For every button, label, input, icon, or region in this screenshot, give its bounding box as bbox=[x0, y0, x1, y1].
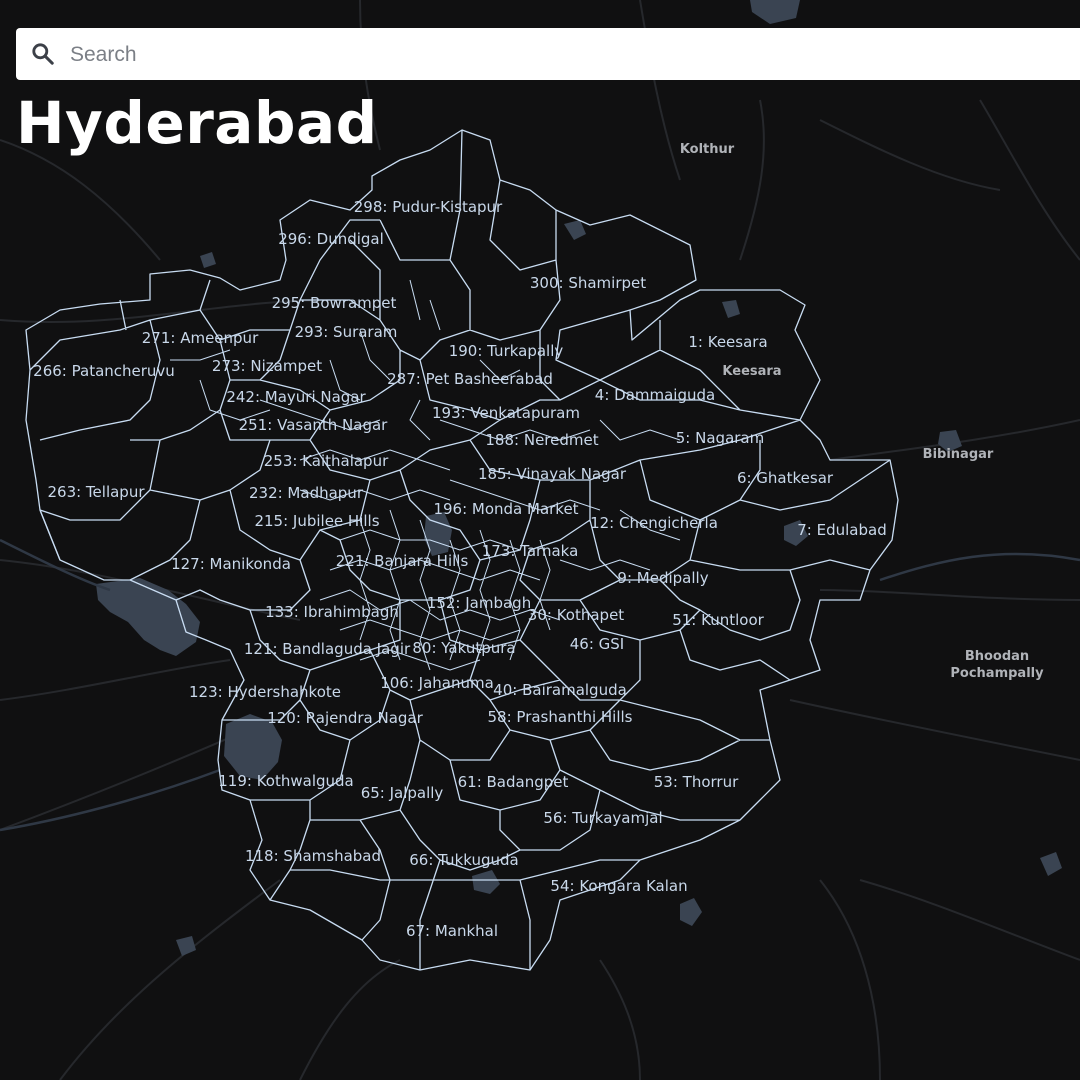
ward-label: 271: Ameenpur bbox=[142, 329, 259, 347]
ward-label: 298: Pudur-Kistapur bbox=[354, 198, 503, 216]
ward-label: 119: Kothwalguda bbox=[218, 772, 353, 790]
ward-label: 188: Neredmet bbox=[485, 431, 598, 449]
ward-label: 67: Mankhal bbox=[406, 922, 498, 940]
ward-label: 65: Jalpally bbox=[361, 784, 444, 802]
ward-label: 54: Kongara Kalan bbox=[550, 877, 687, 895]
place-label: Bibinagar bbox=[923, 447, 994, 462]
ward-label: 196: Monda Market bbox=[433, 500, 578, 518]
ward-labels: 298: Pudur-Kistapur 296: Dundigal 300: Sha… bbox=[33, 198, 887, 940]
ward-label: 51: Kuntloor bbox=[672, 611, 764, 629]
place-label: Keesara bbox=[722, 364, 781, 379]
ward-label: 5: Nagaram bbox=[676, 429, 764, 447]
search-input[interactable] bbox=[68, 36, 1052, 74]
ward-label: 251: Vasanth Nagar bbox=[239, 416, 389, 434]
ward-label: 53: Thorrur bbox=[654, 773, 739, 791]
ward-label: 66: Tukkuguda bbox=[409, 851, 518, 869]
map[interactable]: 298: Pudur-Kistapur 296: Dundigal 300: Sha… bbox=[0, 0, 1080, 1080]
ward-label: 133: Ibrahimbagh bbox=[265, 603, 399, 621]
place-label: Pochampally bbox=[950, 666, 1044, 681]
ward-label: 123: Hydershahkote bbox=[189, 683, 341, 701]
ward-label: 12: Chengicherla bbox=[590, 514, 718, 532]
ward-label: 56: Turkayamjal bbox=[543, 809, 662, 827]
ward-label: 296: Dundigal bbox=[278, 230, 384, 248]
ward-label: 7: Edulabad bbox=[797, 521, 886, 539]
ward-label: 40: Bairamalguda bbox=[493, 681, 627, 699]
ward-label: 185: Vinayak Nagar bbox=[478, 465, 627, 483]
map-canvas[interactable]: 298: Pudur-Kistapur 296: Dundigal 300: Sha… bbox=[0, 0, 1080, 1080]
ward-label: 152: Jambagh bbox=[427, 594, 531, 612]
ward-label: 120: Rajendra Nagar bbox=[267, 709, 423, 727]
ward-label: 173: Tarnaka bbox=[482, 542, 579, 560]
search-bar[interactable] bbox=[16, 28, 1080, 80]
ward-label: 266: Patancheruvu bbox=[33, 362, 175, 380]
ward-label: 58: Prashanthi Hills bbox=[488, 708, 633, 726]
ward-label: 118: Shamshabad bbox=[245, 847, 381, 865]
place-labels: Kolthur Keesara Bibinagar Bhoodan Pochampall… bbox=[680, 142, 1044, 681]
ward-label: 232: Madhapur bbox=[249, 484, 364, 502]
ward-label: 215: Jubilee Hills bbox=[254, 512, 379, 530]
ward-label: 193: Venkatapuram bbox=[432, 404, 580, 422]
ward-label: 127: Manikonda bbox=[171, 555, 291, 573]
ward-label: 6: Ghatkesar bbox=[737, 469, 834, 487]
ward-label: 300: Shamirpet bbox=[530, 274, 646, 292]
ward-label: 30: Kothapet bbox=[528, 606, 625, 624]
place-label: Kolthur bbox=[680, 142, 735, 157]
ward-label: 287: Pet Basheerabad bbox=[387, 370, 553, 388]
ward-label: 121: Bandlaguda Jagir bbox=[244, 640, 411, 658]
ward-label: 295: Bowrampet bbox=[272, 294, 397, 312]
ward-label: 273: Nizampet bbox=[212, 357, 322, 375]
ward-label: 263: Tellapur bbox=[47, 483, 145, 501]
search-icon[interactable] bbox=[30, 41, 56, 67]
ward-label: 80: Yakutpura bbox=[412, 639, 515, 657]
ward-label: 221: Banjara Hills bbox=[336, 552, 469, 570]
ward-label: 4: Dammaiguda bbox=[595, 386, 715, 404]
city-title: Hyderabad bbox=[16, 89, 378, 157]
ward-label: 242: Mayuri Nagar bbox=[226, 388, 366, 406]
ward-label: 106: Jahanuma bbox=[380, 674, 494, 692]
ward-label: 61: Badangpet bbox=[458, 773, 569, 791]
ward-label: 1: Keesara bbox=[688, 333, 767, 351]
ward-label: 46: GSI bbox=[570, 635, 624, 653]
place-label: Bhoodan bbox=[965, 649, 1029, 664]
ward-label: 293: Suraram bbox=[295, 323, 398, 341]
ward-label: 9: Medipally bbox=[617, 569, 708, 587]
ward-label: 253: Kaithalapur bbox=[264, 452, 389, 470]
ward-label: 190: Turkapally bbox=[449, 342, 564, 360]
